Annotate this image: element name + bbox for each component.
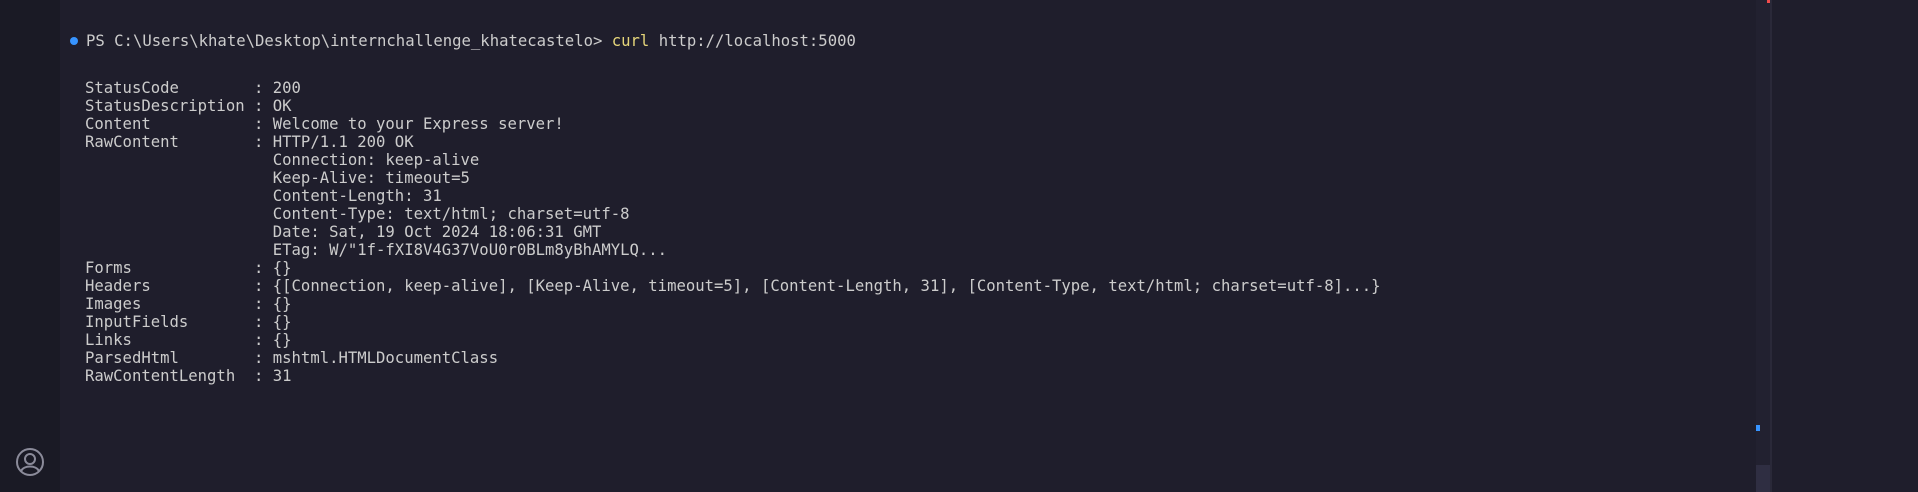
scrollbar-thumb[interactable] (1756, 465, 1770, 492)
account-icon[interactable] (14, 446, 46, 478)
command-status-dot-icon[interactable] (70, 37, 78, 45)
terminal-panel[interactable]: PS C:\Users\khate\Desktop\internchalleng… (60, 0, 1770, 492)
output-line-raw-content-length-field: RawContentLength : 31 (85, 367, 292, 385)
command-args: http://localhost:5000 (649, 32, 856, 50)
command-name: curl (611, 32, 650, 50)
command-marker (1756, 425, 1760, 431)
activity-bar (0, 0, 61, 492)
terminal-scrollbar[interactable] (1756, 0, 1770, 492)
command-line: PS C:\Users\khate\Desktop\internchalleng… (70, 30, 856, 52)
side-panel (1772, 0, 1918, 492)
prompt-path: PS C:\Users\khate\Desktop\internchalleng… (86, 32, 612, 50)
